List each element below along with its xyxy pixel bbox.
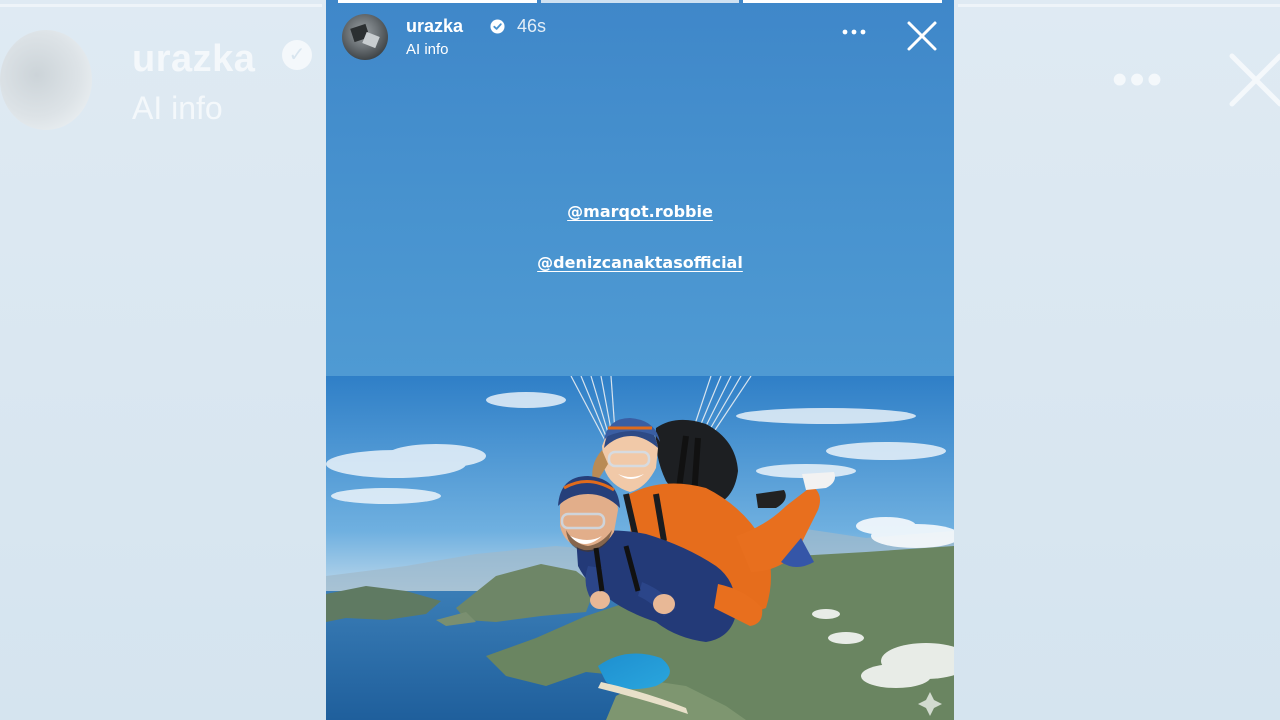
- backdrop-progress: [0, 4, 322, 7]
- avatar[interactable]: [342, 14, 388, 60]
- backdrop-avatar: [0, 30, 92, 130]
- close-icon[interactable]: [906, 20, 938, 52]
- backdrop-username: urazka: [132, 38, 256, 80]
- progress-segment: [540, 0, 740, 3]
- backdrop-verified-icon: ✓: [282, 40, 312, 70]
- progress-segment: [338, 0, 537, 3]
- story-header: urazka 46s AI info: [342, 14, 938, 64]
- ai-info-link[interactable]: AI info: [406, 41, 449, 58]
- more-options-icon[interactable]: [840, 22, 868, 42]
- skydiving-photo: [326, 376, 954, 720]
- story-timestamp: 46s: [517, 16, 547, 36]
- backdrop-more-icon: •••: [1112, 55, 1165, 104]
- progress-segment: [743, 0, 943, 3]
- story-viewer[interactable]: urazka 46s AI info @marqot.robbie @deniz…: [326, 0, 954, 720]
- backdrop-progress: [958, 4, 1280, 7]
- story-progress-bar: [338, 0, 943, 3]
- backdrop-close-icon: [1229, 53, 1280, 107]
- username[interactable]: urazka: [406, 16, 463, 37]
- mention-sticker[interactable]: @marqot.robbie: [326, 202, 954, 221]
- story-photo: [326, 376, 954, 720]
- mention-sticker[interactable]: @denizcanaktasofficial: [326, 253, 954, 272]
- backdrop-ai-info: AI info: [132, 90, 223, 126]
- verified-badge-icon: [490, 19, 505, 34]
